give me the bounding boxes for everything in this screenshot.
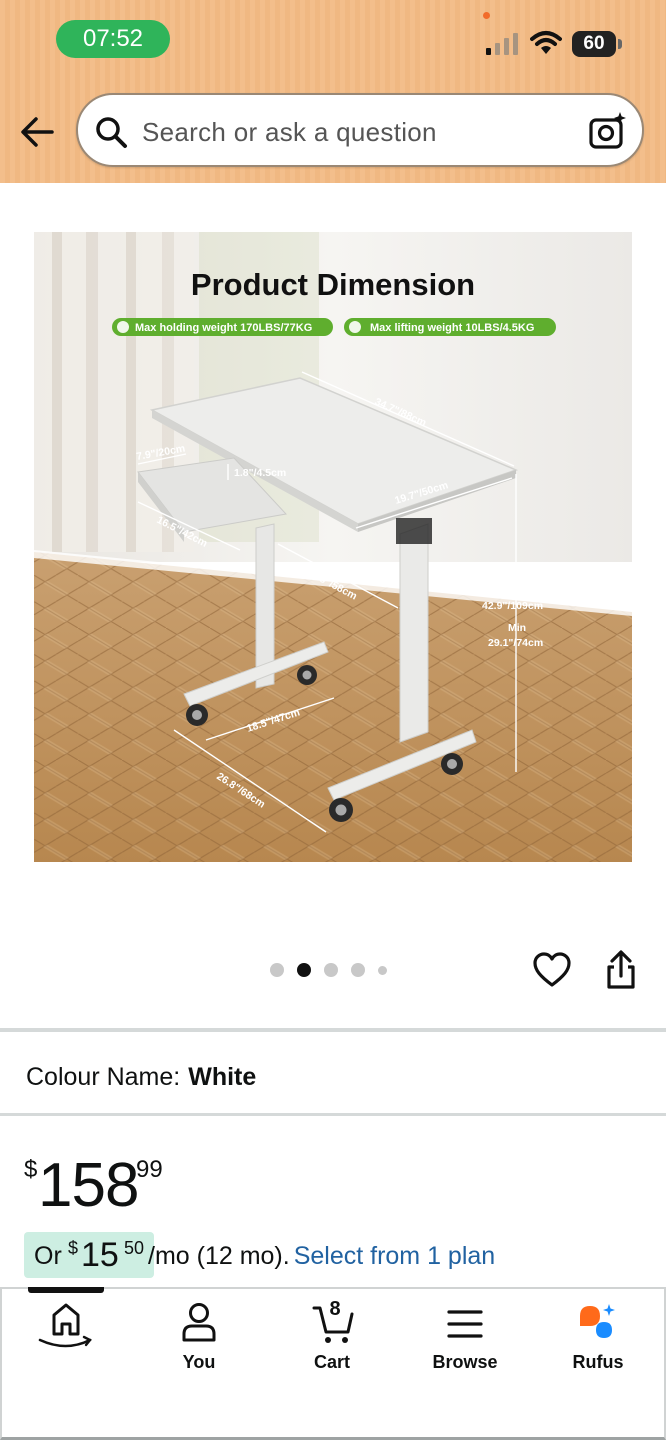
nav-browse[interactable]: Browse	[410, 1300, 520, 1380]
cellular-signal-icon	[486, 33, 518, 55]
dim-min-height: 29.1"/74cm	[488, 637, 543, 649]
emi-badge: Or $ 15 50	[24, 1232, 154, 1278]
nav-home[interactable]	[11, 1300, 121, 1380]
nav-active-indicator	[28, 1287, 104, 1293]
product-image[interactable]: Product Dimension Max holding weight 170…	[34, 232, 632, 862]
header: 07:52 60 Search or ask a question	[0, 0, 666, 183]
carousel-dots[interactable]	[270, 962, 387, 978]
carousel-dot[interactable]	[270, 963, 284, 977]
back-arrow-icon[interactable]	[18, 112, 58, 152]
dim-max-label: Max	[506, 585, 527, 597]
rufus-icon	[580, 1304, 615, 1338]
lifting-weight-text: Max lifting weight 10LBS/4.5KG	[370, 322, 534, 334]
dim-drawer-height: 1.8"/4.5cm	[234, 467, 286, 479]
section-divider	[0, 1028, 666, 1032]
battery-icon: 60	[572, 31, 622, 57]
dim-min-label: Min	[508, 622, 526, 634]
emi-details: /mo (12 mo). Select from 1 plan	[148, 1242, 495, 1271]
nav-browse-label: Browse	[432, 1352, 498, 1372]
select-plan-link[interactable]: Select from 1 plan	[294, 1242, 496, 1270]
carousel-dot-active[interactable]	[297, 963, 311, 977]
emi-currency: $	[68, 1238, 79, 1258]
price-currency: $	[24, 1156, 38, 1183]
nav-rufus[interactable]: Rufus	[543, 1300, 653, 1380]
colour-value: White	[188, 1063, 257, 1091]
carousel-dot[interactable]	[324, 963, 338, 977]
search-icon	[96, 117, 127, 148]
desk-leg-right	[399, 523, 429, 743]
cart-count-badge: 8	[329, 1298, 341, 1320]
nav-cart-label: Cart	[313, 1352, 350, 1372]
emi-term: /mo (12 mo).	[148, 1242, 290, 1270]
battery-level: 60	[572, 31, 616, 57]
person-icon	[182, 1303, 216, 1342]
share-icon[interactable]	[602, 950, 640, 990]
menu-icon	[447, 1310, 483, 1338]
search-input[interactable]: Search or ask a question	[142, 117, 437, 148]
price-whole: 158	[38, 1151, 139, 1220]
colour-label: Colour Name:	[26, 1063, 181, 1091]
emi-offer: Or $ 15 50 /mo (12 mo). Select from 1 pla…	[24, 1232, 664, 1278]
home-icon	[38, 1303, 92, 1348]
colour-row: Colour Name: White	[26, 1063, 256, 1092]
price-fraction: 99	[136, 1156, 163, 1183]
heart-icon[interactable]	[532, 950, 572, 990]
image-title: Product Dimension	[191, 267, 475, 302]
nav-you[interactable]: You	[144, 1300, 254, 1380]
battery-tip	[618, 39, 622, 49]
emi-fraction: 50	[124, 1238, 145, 1258]
camera-search-icon[interactable]	[588, 111, 628, 151]
holding-weight-text: Max holding weight 170LBS/77KG	[135, 322, 312, 334]
carousel-dot[interactable]	[351, 963, 365, 977]
status-time: 07:52	[56, 20, 170, 58]
privacy-indicator-dot	[483, 12, 490, 19]
emi-prefix: Or	[34, 1242, 62, 1270]
search-bar[interactable]: Search or ask a question	[76, 93, 644, 167]
nav-cart[interactable]: 8 Cart	[277, 1298, 387, 1380]
emi-whole: 15	[81, 1236, 119, 1274]
wifi-icon	[530, 31, 562, 54]
dim-max-height: 42.9"/109cm	[482, 600, 543, 612]
section-divider	[0, 1113, 666, 1116]
nav-rufus-label: Rufus	[572, 1352, 624, 1372]
carousel-dot[interactable]	[378, 965, 387, 975]
nav-you-label: You	[182, 1352, 216, 1372]
